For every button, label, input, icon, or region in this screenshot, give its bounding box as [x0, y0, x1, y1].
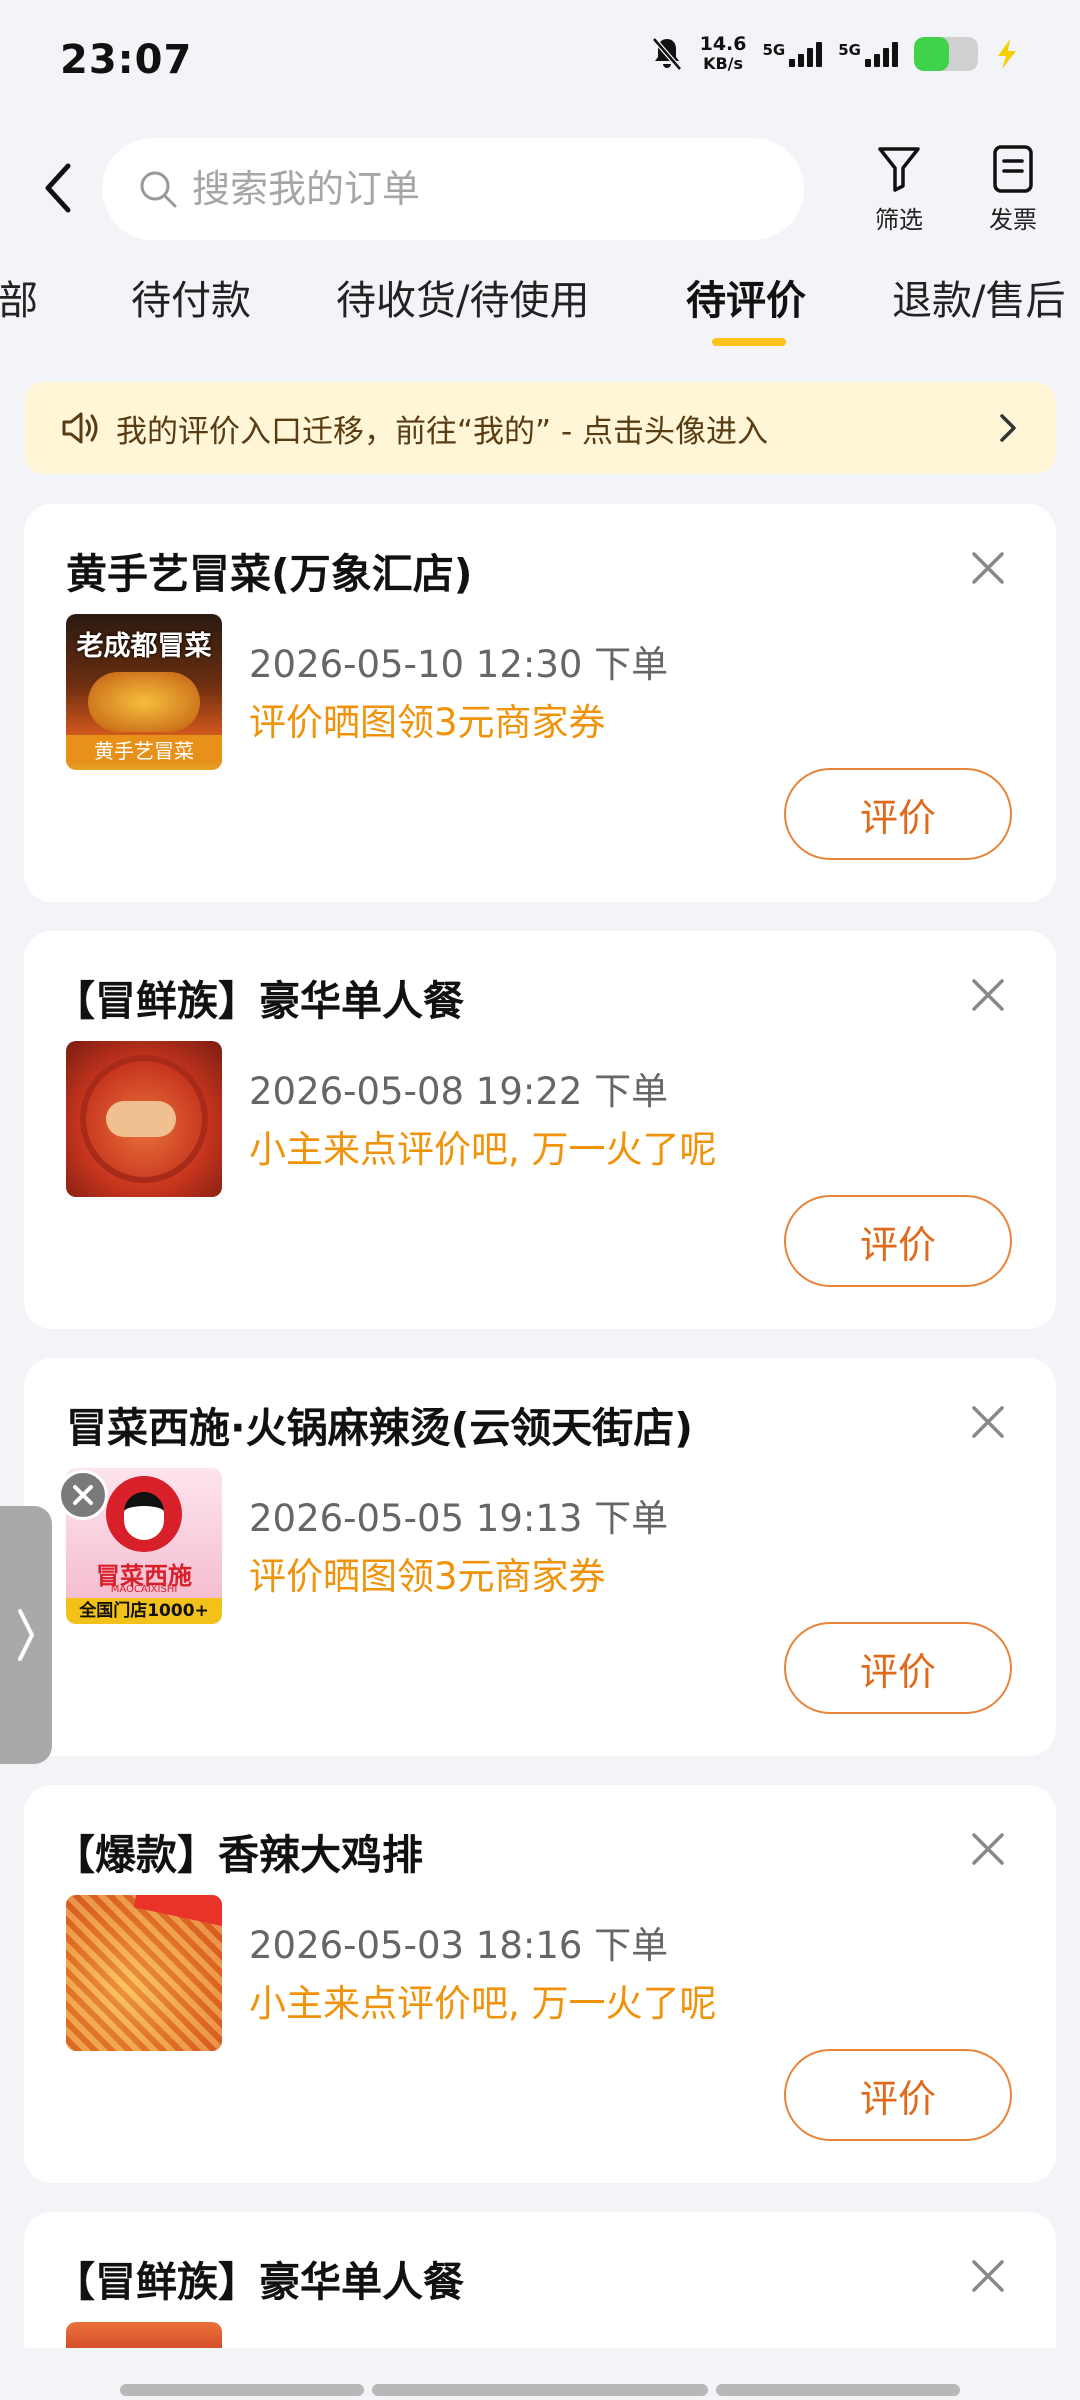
- status-icons: 14.6 KB/s 5G 5G: [650, 34, 1020, 74]
- thumb-brand-en: MAOCAIXISHI: [110, 1584, 178, 1595]
- notice-text: 我的评价入口迁移，前往“我的” - 点击头像进入: [116, 413, 769, 450]
- signal-icon: [865, 41, 898, 67]
- close-icon[interactable]: [970, 550, 1006, 586]
- review-promo: 小主来点评价吧, 万一火了呢: [249, 1128, 717, 1171]
- order-card[interactable]: 冒菜西施·火锅麻辣烫(云领天街店) 冒菜西施 MAOCAIXISHI 全国门店1…: [24, 1358, 1056, 1756]
- order-card[interactable]: 【冒鲜族】豪华单人餐 2026-05-08 19:22 下单 小主来点评价吧, …: [24, 931, 1056, 1329]
- close-icon[interactable]: [970, 977, 1006, 1013]
- speaker-icon: [62, 412, 98, 444]
- sim2-label: 5G: [838, 41, 861, 59]
- gesture-bar[interactable]: [0, 2384, 1080, 2396]
- store-thumbnail[interactable]: [66, 1895, 222, 2051]
- floating-close-button[interactable]: [58, 1470, 108, 1520]
- order-time: 2026-05-03 18:16 下单: [249, 1924, 669, 1967]
- review-button[interactable]: 评价: [784, 768, 1012, 860]
- order-card[interactable]: 【爆款】香辣大鸡排 2026-05-03 18:16 下单 小主来点评价吧, 万…: [24, 1785, 1056, 2183]
- net-speed-unit: KB/s: [703, 54, 744, 73]
- charging-icon: [998, 39, 1016, 69]
- store-name: 【冒鲜族】豪华单人餐: [54, 2258, 464, 2306]
- signal-sim2: 5G: [838, 41, 898, 67]
- tab-pending-delivery[interactable]: 待收货/待使用: [336, 268, 589, 326]
- net-speed: 14.6 KB/s: [700, 34, 747, 74]
- battery-fill: [914, 37, 950, 71]
- review-button[interactable]: 评价: [784, 1195, 1012, 1287]
- sim1-label: 5G: [762, 41, 786, 59]
- back-button[interactable]: [38, 158, 88, 218]
- header: 筛选 发票: [0, 130, 1080, 250]
- screen: 23:07 14.6 KB/s 5G 5G 搜索我的订单 筛选 发票 部 待付款…: [0, 0, 1080, 2400]
- order-time: 2026-05-10 12:30 下单: [249, 643, 669, 686]
- thumb-food-slice: [106, 1101, 176, 1137]
- order-time: 2026-05-05 19:13 下单: [249, 1497, 669, 1540]
- active-tab-indicator: [712, 338, 786, 346]
- filter-label: 筛选: [875, 206, 923, 234]
- review-button[interactable]: 评价: [784, 1622, 1012, 1714]
- order-time: 2026-05-08 19:22 下单: [249, 1070, 669, 1113]
- floating-side-handle[interactable]: [0, 1506, 52, 1764]
- invoice-label: 发票: [989, 206, 1037, 234]
- chevron-left-icon: [45, 163, 71, 213]
- store-name: 黄手艺冒菜(万象汇店): [66, 550, 473, 598]
- chevron-right-icon: [18, 1609, 34, 1661]
- store-name: 【爆款】香辣大鸡排: [54, 1831, 423, 1879]
- status-time: 23:07: [60, 37, 193, 83]
- search-icon: [140, 171, 177, 208]
- order-tabs: 全部 待付款 待收货/待使用 待评价 退款/售后: [0, 268, 1080, 348]
- tab-refund[interactable]: 退款/售后: [892, 268, 1065, 326]
- battery-icon: [914, 37, 978, 71]
- close-icon: [73, 1485, 93, 1505]
- review-promo: 小主来点评价吧, 万一火了呢: [249, 1982, 717, 2025]
- order-card[interactable]: 黄手艺冒菜(万象汇店) 老成都冒菜 黄手艺冒菜 2026-05-10 12:30…: [24, 504, 1056, 902]
- thumb-store-badge: 全国门店1000+: [66, 1598, 222, 1624]
- search-input[interactable]: [192, 167, 752, 211]
- store-name: 冒菜西施·火锅麻辣烫(云领天街店): [66, 1404, 694, 1452]
- store-name: 【冒鲜族】豪华单人餐: [54, 977, 464, 1025]
- filter-button[interactable]: 筛选: [854, 144, 944, 235]
- tab-pending-payment[interactable]: 待付款: [131, 268, 251, 326]
- notice-banner[interactable]: 我的评价入口迁移，前往“我的” - 点击头像进入: [24, 382, 1056, 474]
- thumb-text-top: 老成都冒菜: [76, 631, 212, 662]
- tab-pending-review[interactable]: 待评价: [686, 268, 806, 326]
- status-bar: 23:07 14.6 KB/s 5G 5G: [0, 0, 1080, 120]
- store-thumbnail[interactable]: 老成都冒菜 黄手艺冒菜: [66, 614, 222, 770]
- close-icon[interactable]: [970, 2258, 1006, 2294]
- store-thumbnail[interactable]: [66, 1041, 222, 1197]
- bell-mute-icon: [651, 37, 682, 71]
- thumb-food-blob: [88, 672, 200, 732]
- chevron-right-icon: [1000, 414, 1016, 442]
- search-bar[interactable]: [102, 138, 804, 240]
- review-promo: 评价晒图领3元商家券: [249, 1555, 606, 1598]
- signal-icon: [789, 41, 823, 67]
- thumb-logo-face: [124, 1492, 164, 1540]
- thumb-text-bottom: 黄手艺冒菜: [66, 735, 222, 764]
- net-speed-value: 14.6: [699, 33, 747, 55]
- invoice-button[interactable]: 发票: [968, 144, 1058, 235]
- tab-all[interactable]: 全部: [0, 268, 38, 326]
- filter-icon: [878, 147, 920, 192]
- close-icon[interactable]: [970, 1831, 1006, 1867]
- close-icon[interactable]: [970, 1404, 1006, 1440]
- review-button[interactable]: 评价: [784, 2049, 1012, 2141]
- signal-sim1: 5G: [763, 41, 823, 67]
- invoice-icon: [993, 145, 1033, 193]
- review-promo: 评价晒图领3元商家券: [249, 701, 606, 744]
